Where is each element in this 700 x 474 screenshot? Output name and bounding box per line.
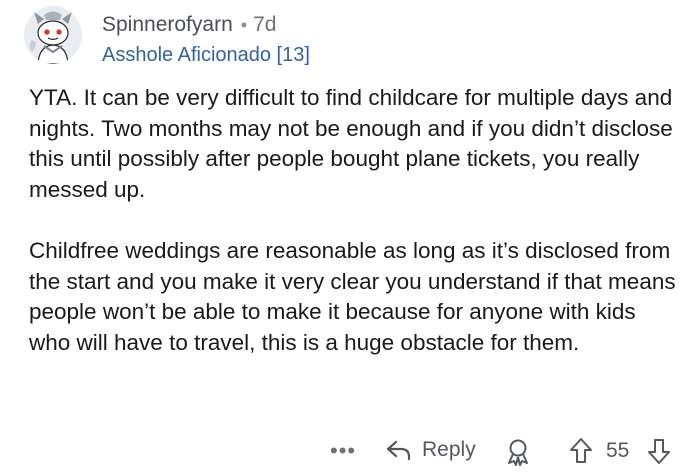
comment-actions-bar: ••• Reply 55 <box>0 432 700 472</box>
user-avatar[interactable] <box>24 6 82 64</box>
comment-paragraph: YTA. It can be very difficult to find ch… <box>29 85 673 202</box>
downvote-button[interactable] <box>646 437 672 465</box>
downvote-arrow-icon <box>648 439 670 464</box>
reply-button[interactable]: Reply <box>386 438 476 462</box>
reply-label: Reply <box>422 438 476 461</box>
comment-paragraph: Childfree weddings are reasonable as lon… <box>29 238 676 355</box>
upvote-arrow-icon <box>570 438 592 463</box>
meta-separator: • <box>240 15 248 35</box>
comment-meta: Spinnerofyarn • 7d Asshole Aficionado [1… <box>102 12 662 68</box>
more-options-button[interactable]: ••• <box>330 438 356 464</box>
comment-body: YTA. It can be very difficult to find ch… <box>29 83 679 358</box>
reply-arrow-icon <box>386 440 411 461</box>
username-link[interactable]: Spinnerofyarn <box>102 12 233 38</box>
user-flair: Asshole Aficionado [13] <box>102 44 310 66</box>
comment: Spinnerofyarn • 7d Asshole Aficionado [1… <box>0 0 700 474</box>
award-icon <box>508 439 528 466</box>
upvote-button[interactable] <box>568 437 594 465</box>
comment-age: 7d <box>253 13 277 36</box>
vote-score: 55 <box>606 439 630 462</box>
comment-header: Spinnerofyarn • 7d Asshole Aficionado [1… <box>24 6 684 66</box>
snoo-avatar-icon <box>24 6 82 64</box>
award-button[interactable] <box>505 438 531 466</box>
